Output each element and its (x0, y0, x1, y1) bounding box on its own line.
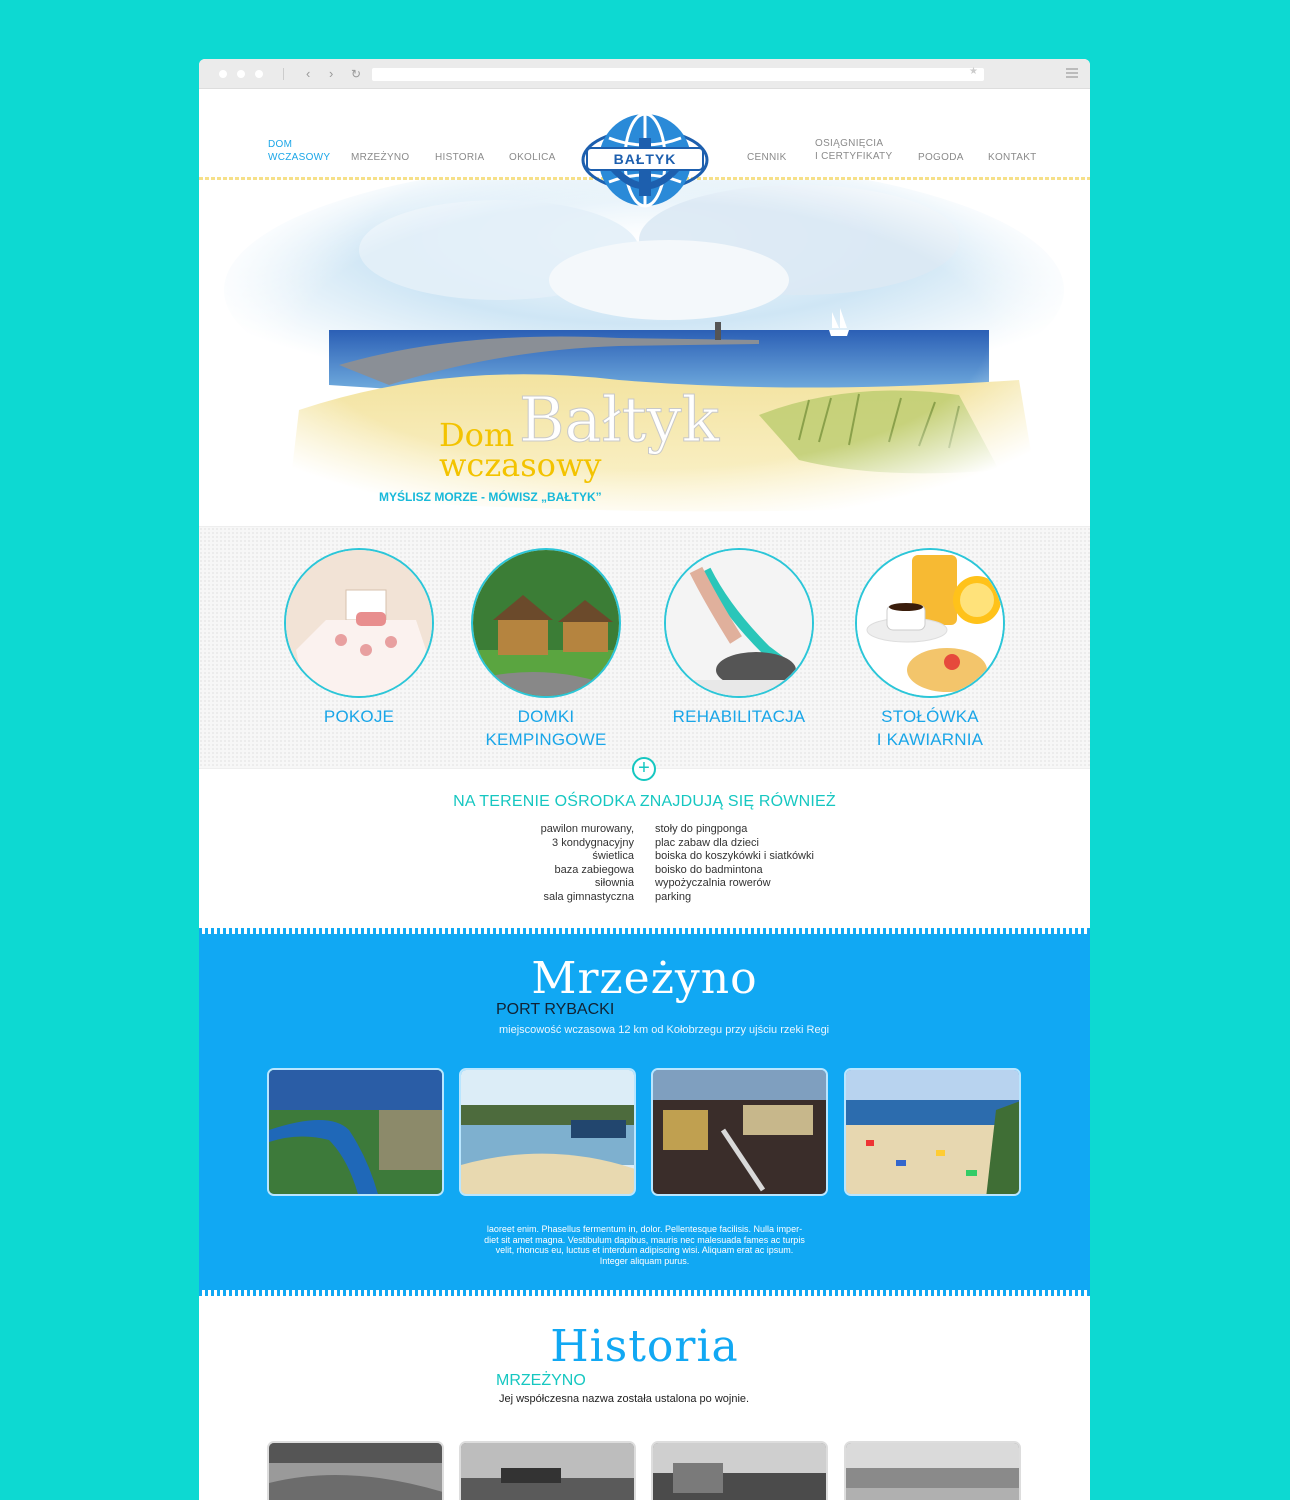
history-aerial-photo (269, 1443, 442, 1500)
amenity-item: stoły do pingponga (655, 823, 748, 835)
feature-canteen-image[interactable] (855, 548, 1005, 698)
toolbar-divider (283, 68, 284, 80)
nav-cennik[interactable]: CENNIK (747, 151, 787, 164)
amenity-item: boiska do koszykówki i siatkówki (655, 850, 814, 862)
amenity-item: wypożyczalnia rowerów (655, 877, 771, 889)
feature-rehab-image[interactable] (664, 548, 814, 698)
browser-toolbar: ‹ › ↻ ★ (199, 59, 1090, 89)
rehab-photo (666, 550, 812, 696)
amenity-item: 3 kondygnacyjny (552, 836, 634, 849)
nav-label: DOM (268, 139, 293, 150)
feature-canteen-label[interactable]: STOŁÓWKA I KAWIARNIA (855, 705, 1005, 751)
gallery-photo-beach[interactable] (844, 1068, 1021, 1196)
aerial-photo (269, 1070, 442, 1194)
plus-icon[interactable]: + (632, 757, 656, 781)
logo-text: BAŁTYK (613, 151, 677, 167)
amenities-list-left: pawilon murowany, 3 kondygnacyjny świetl… (399, 823, 634, 904)
amenity-item: parking (655, 890, 692, 903)
hero-brand-text: Bałtyk (518, 383, 720, 456)
nav-label: I CERTYFIKATY (815, 151, 893, 162)
beach-photo (846, 1070, 1019, 1194)
history-port-photo (461, 1443, 634, 1500)
hero-banner: Dom wczasowy Bałtyk MYŚLISZ MORZE - MÓWI… (199, 180, 1090, 526)
browser-window: ‹ › ↻ ★ DOM WCZASOWY MRZEŻYNO HISTORIA OK… (199, 59, 1090, 1500)
port-photo (461, 1070, 634, 1194)
mrzezyno-subtitle: PORT RYBACKI (496, 1001, 615, 1018)
feature-rooms-image[interactable] (284, 548, 434, 698)
nav-kontakt[interactable]: KONTAKT (988, 151, 1037, 164)
address-bar[interactable]: ★ (372, 66, 984, 81)
baltyk-logo[interactable]: BAŁTYK (579, 108, 711, 216)
amenity-item: sala gimnastyczna (543, 890, 635, 903)
history-photo-4[interactable] (844, 1441, 1021, 1500)
bookmark-star-icon[interactable]: ★ (969, 66, 978, 77)
feature-label-line: DOMKI (517, 707, 575, 726)
forward-arrow-icon[interactable]: › (329, 66, 333, 82)
mrzezyno-section: Mrzeżyno PORT RYBACKI miejscowość wczaso… (199, 928, 1090, 1296)
feature-label-line: REHABILITACJA (672, 707, 806, 726)
gallery-photo-port[interactable] (459, 1068, 636, 1196)
amenity-item: siłownia (594, 877, 634, 889)
gallery-photo-aerial[interactable] (267, 1068, 444, 1196)
amenity-item: baza zabiegowa (554, 863, 634, 876)
nav-dom-wczasowy[interactable]: DOM WCZASOWY (268, 138, 330, 164)
window-minimize-icon[interactable] (237, 70, 245, 78)
feature-label-line: I KAWIARNIA (876, 730, 984, 749)
nav-historia[interactable]: HISTORIA (435, 151, 484, 164)
cabins-photo (473, 550, 619, 696)
bedroom-photo (286, 550, 432, 696)
amenity-item: boisko do badmintona (655, 863, 763, 876)
nav-osiagniecia[interactable]: OSIĄGNIĘCIA I CERTYFIKATY (815, 137, 892, 163)
window-close-icon[interactable] (219, 70, 227, 78)
historia-description: Jej współczesna nazwa została ustalona p… (499, 1393, 750, 1405)
feature-rehab-label[interactable]: REHABILITACJA (654, 705, 824, 728)
nav-label: WCZASOWY (268, 152, 331, 163)
history-photo-1[interactable] (267, 1441, 444, 1500)
back-arrow-icon[interactable]: ‹ (306, 66, 310, 82)
feature-label-line: KEMPINGOWE (485, 730, 607, 749)
mrzezyno-title: Mrzeżyno (531, 953, 758, 1004)
lorem-line: Integer aliquam purus. (599, 1255, 690, 1266)
history-photo-2[interactable] (459, 1441, 636, 1500)
hero-tagline: MYŚLISZ MORZE - MÓWISZ „BAŁTYK” (379, 490, 602, 504)
nav-label: OSIĄGNIĘCIA (815, 138, 884, 149)
reload-icon[interactable]: ↻ (351, 66, 361, 82)
nav-pogoda[interactable]: POGODA (918, 151, 964, 164)
breakfast-photo (857, 550, 1003, 696)
nav-okolica[interactable]: OKOLICA (509, 151, 556, 164)
amenity-item: pawilon murowany, (540, 823, 634, 835)
mrzezyno-description: miejscowość wczasowa 12 km od Kołobrzegu… (499, 1024, 830, 1036)
historia-title: Historia (550, 1321, 739, 1372)
historia-subtitle: MRZEŻYNO (496, 1372, 586, 1389)
feature-label-line: STOŁÓWKA (881, 707, 979, 726)
lorem-line: laoreet enim. Phasellus fermentum in, do… (486, 1224, 803, 1234)
feature-rooms-label[interactable]: POKOJE (284, 705, 434, 728)
feature-label-line: POKOJE (323, 707, 395, 726)
history-beach-photo (846, 1443, 1019, 1500)
gallery-photo-fair[interactable] (651, 1068, 828, 1196)
feature-cabins-label[interactable]: DOMKI KEMPINGOWE (471, 705, 621, 751)
lorem-line: velit, rhoncus eu, luctus et interdum ad… (495, 1245, 794, 1255)
amenity-item: plac zabaw dla dzieci (655, 836, 759, 849)
fair-photo (653, 1070, 826, 1194)
feature-cabins-image[interactable] (471, 548, 621, 698)
hero-illustration (199, 180, 1090, 526)
amenity-item: świetlica (592, 850, 634, 862)
amenities-title: NA TERENIE OŚRODKA ZNAJDUJĄ SIĘ RÓWNIEŻ (453, 793, 836, 810)
lorem-line: diet sit amet magna. Vestibulum dapibus,… (484, 1234, 805, 1245)
amenities-list-right: stoły do pingponga plac zabaw dla dzieci… (655, 823, 955, 904)
window-maximize-icon[interactable] (255, 70, 263, 78)
mrzezyno-lorem: laoreet enim. Phasellus fermentum in, do… (199, 1224, 1090, 1266)
nav-mrzezyno[interactable]: MRZEŻYNO (351, 151, 410, 164)
history-street-photo (653, 1443, 826, 1500)
history-photo-3[interactable] (651, 1441, 828, 1500)
hamburger-menu-icon[interactable] (1066, 68, 1078, 78)
